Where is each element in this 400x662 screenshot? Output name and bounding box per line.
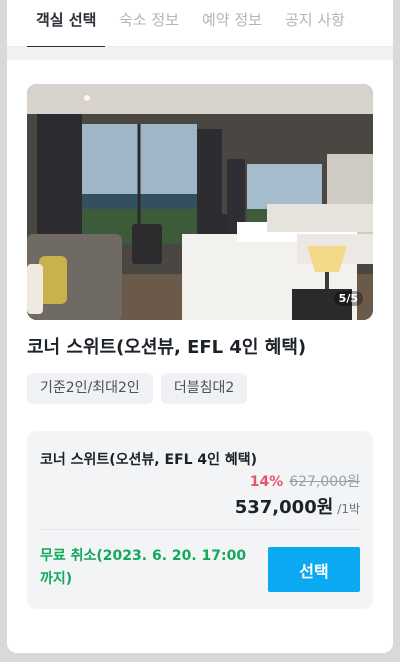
photo-counter: 5/5 <box>333 291 363 306</box>
original-price: 627,000원 <box>289 474 360 490</box>
capacity-chip: 기준2인/최대2인 <box>27 373 153 404</box>
select-button[interactable]: 선택 <box>268 547 360 592</box>
tab-property-info[interactable]: 숙소 정보 <box>119 0 179 47</box>
per-night-label: /1박 <box>337 502 360 516</box>
free-cancellation-text: 무료 취소(2023. 6. 20. 17:00까지) <box>40 548 247 587</box>
section-divider <box>7 47 393 60</box>
rate-card: 코너 스위트(오션뷰, EFL 4인 혜택) 14% 627,000원 537,0… <box>27 431 373 609</box>
room-photo-gallery[interactable]: 5/5 <box>27 84 373 320</box>
price-line: 537,000원/1박 <box>235 493 360 519</box>
final-price: 537,000원 <box>234 497 334 518</box>
card-divider <box>40 529 360 530</box>
tab-room-select[interactable]: 객실 선택 <box>26 0 106 48</box>
room-photo <box>27 84 373 320</box>
tab-reservation-info[interactable]: 예약 정보 <box>202 0 262 47</box>
app-frame: 객실 선택 숙소 정보 예약 정보 공지 사항 5/5 코너 스위트(오션뷰, … <box>7 0 393 653</box>
rate-title: 코너 스위트(오션뷰, EFL 4인 혜택) <box>40 452 258 468</box>
bed-chip: 더블침대2 <box>160 373 248 404</box>
discount-rate: 14% <box>249 474 284 490</box>
tab-bar: 객실 선택 숙소 정보 예약 정보 공지 사항 <box>7 0 393 48</box>
room-title: 코너 스위트(오션뷰, EFL 4인 혜택) <box>27 337 307 358</box>
discount-line: 14% 627,000원 <box>250 471 360 491</box>
tab-notices[interactable]: 공지 사항 <box>285 0 345 47</box>
room-feature-chips: 기준2인/최대2인 더블침대2 <box>27 373 248 404</box>
